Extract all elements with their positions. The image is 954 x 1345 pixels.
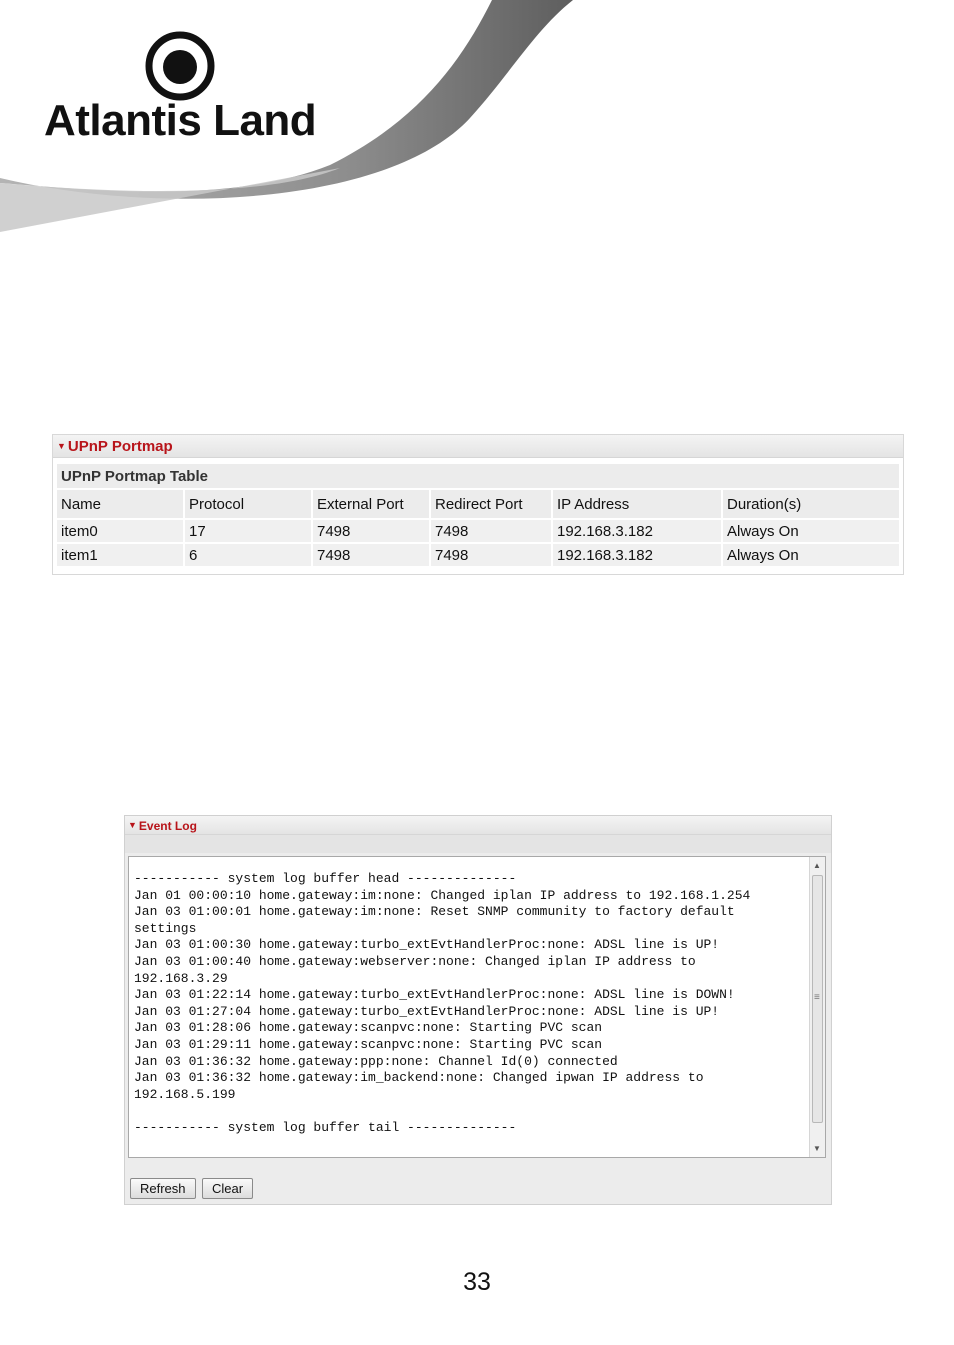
event-log-textarea[interactable]: ----------- system log buffer head -----… <box>128 856 826 1158</box>
refresh-button[interactable]: Refresh <box>130 1178 196 1199</box>
table-row: item1 6 7498 7498 192.168.3.182 Always O… <box>57 544 899 566</box>
scroll-down-arrow-icon[interactable]: ▼ <box>813 1144 821 1153</box>
event-log-panel: ▼ Event Log ----------- system log buffer… <box>124 815 832 1205</box>
clear-button[interactable]: Clear <box>201 1178 254 1199</box>
brand-name: Atlantis Land <box>44 96 317 145</box>
column-header-name: Name <box>57 490 183 518</box>
scrollbar-thumb[interactable]: ≡ <box>812 875 823 1123</box>
collapse-caret-icon: ▼ <box>128 820 137 830</box>
collapse-caret-icon: ▼ <box>57 441 66 451</box>
cell-external-port: 7498 <box>313 520 429 542</box>
column-header-protocol: Protocol <box>185 490 311 518</box>
column-header-redirect-port: Redirect Port <box>431 490 551 518</box>
log-scrollbar[interactable]: ▲ ≡ ▼ <box>809 857 825 1157</box>
upnp-table-title: UPnP Portmap Table <box>57 464 899 488</box>
upnp-portmap-panel: ▼ UPnP Portmap UPnP Portmap Table Name Pr… <box>52 434 904 575</box>
table-header-row: Name Protocol External Port Redirect Por… <box>57 490 899 518</box>
cell-duration: Always On <box>723 520 899 542</box>
upnp-panel-title: UPnP Portmap <box>67 438 173 455</box>
logo-circle-icon <box>145 31 215 101</box>
column-header-external-port: External Port <box>313 490 429 518</box>
scroll-up-arrow-icon[interactable]: ▲ <box>813 861 821 870</box>
cell-name: item1 <box>57 544 183 566</box>
event-log-panel-header[interactable]: ▼ Event Log <box>125 816 831 835</box>
cell-ip-address: 192.168.3.182 <box>553 520 721 542</box>
upnp-portmap-table: UPnP Portmap Table Name Protocol Externa… <box>55 462 901 568</box>
cell-protocol: 17 <box>185 520 311 542</box>
column-header-ip-address: IP Address <box>553 490 721 518</box>
cell-redirect-port: 7498 <box>431 520 551 542</box>
event-log-panel-title: Event Log <box>138 819 197 833</box>
upnp-panel-header[interactable]: ▼ UPnP Portmap <box>53 435 903 458</box>
event-log-subheader <box>125 835 831 853</box>
event-log-text: ----------- system log buffer head -----… <box>134 871 751 1135</box>
event-log-actions: Refresh Clear <box>130 1178 255 1199</box>
page-number: 33 <box>463 1268 491 1296</box>
table-row: item0 17 7498 7498 192.168.3.182 Always … <box>57 520 899 542</box>
column-header-duration: Duration(s) <box>723 490 899 518</box>
cell-name: item0 <box>57 520 183 542</box>
cell-external-port: 7498 <box>313 544 429 566</box>
cell-ip-address: 192.168.3.182 <box>553 544 721 566</box>
cell-duration: Always On <box>723 544 899 566</box>
cell-protocol: 6 <box>185 544 311 566</box>
scrollbar-grip-icon: ≡ <box>814 992 820 1003</box>
cell-redirect-port: 7498 <box>431 544 551 566</box>
atlantis-land-logo: Atlantis Land <box>44 30 317 145</box>
